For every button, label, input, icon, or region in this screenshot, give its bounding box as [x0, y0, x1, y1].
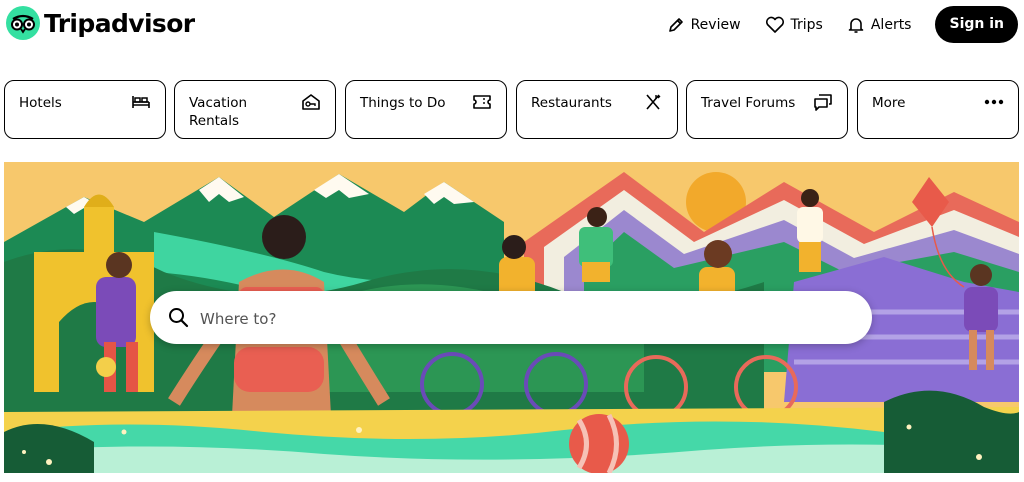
- alerts-link[interactable]: Alerts: [847, 16, 912, 34]
- pencil-icon: [668, 17, 683, 32]
- tripadvisor-logo[interactable]: Tripadvisor: [6, 6, 195, 40]
- bed-icon: [132, 96, 150, 108]
- tab-restaurants-label: Restaurants: [531, 95, 612, 111]
- tab-more[interactable]: More: [857, 80, 1019, 139]
- tab-vacation-rentals-label: Vacation Rentals: [189, 95, 248, 129]
- house-key-icon: [302, 94, 320, 110]
- tab-travel-forums-label: Travel Forums: [701, 95, 796, 111]
- bell-icon: [848, 17, 864, 33]
- utensils-icon: [646, 94, 661, 110]
- trips-link[interactable]: Trips: [765, 16, 823, 34]
- tab-vacation-rentals[interactable]: Vacation Rentals: [174, 80, 336, 139]
- review-link[interactable]: Review: [667, 16, 741, 34]
- review-label: Review: [690, 16, 741, 33]
- alerts-label: Alerts: [870, 16, 912, 33]
- search-input[interactable]: [198, 291, 842, 346]
- trips-label: Trips: [790, 16, 823, 33]
- header: Tripadvisor Review Trips Alerts Sign in: [0, 0, 1024, 50]
- tab-hotels-label: Hotels: [19, 95, 62, 111]
- brand-name: Tripadvisor: [44, 8, 195, 38]
- category-tabs: Hotels Vacation Rentals Things to Do Res…: [4, 80, 1020, 141]
- search-icon: [169, 308, 189, 328]
- ellipsis-icon: [984, 99, 1004, 105]
- tab-things-to-do[interactable]: Things to Do: [345, 80, 507, 139]
- ticket-icon: [473, 95, 491, 109]
- search-bar[interactable]: [150, 291, 872, 346]
- chat-bubbles-icon: [814, 94, 832, 111]
- owl-logo-icon: [6, 6, 40, 40]
- top-nav: Review Trips Alerts Sign in: [667, 6, 1018, 43]
- tab-travel-forums[interactable]: Travel Forums: [686, 80, 848, 139]
- tab-more-label: More: [872, 95, 906, 111]
- heart-icon: [765, 16, 784, 33]
- tab-hotels[interactable]: Hotels: [4, 80, 166, 139]
- tab-things-to-do-label: Things to Do: [360, 95, 446, 111]
- sign-in-button[interactable]: Sign in: [935, 6, 1018, 43]
- tab-restaurants[interactable]: Restaurants: [516, 80, 678, 139]
